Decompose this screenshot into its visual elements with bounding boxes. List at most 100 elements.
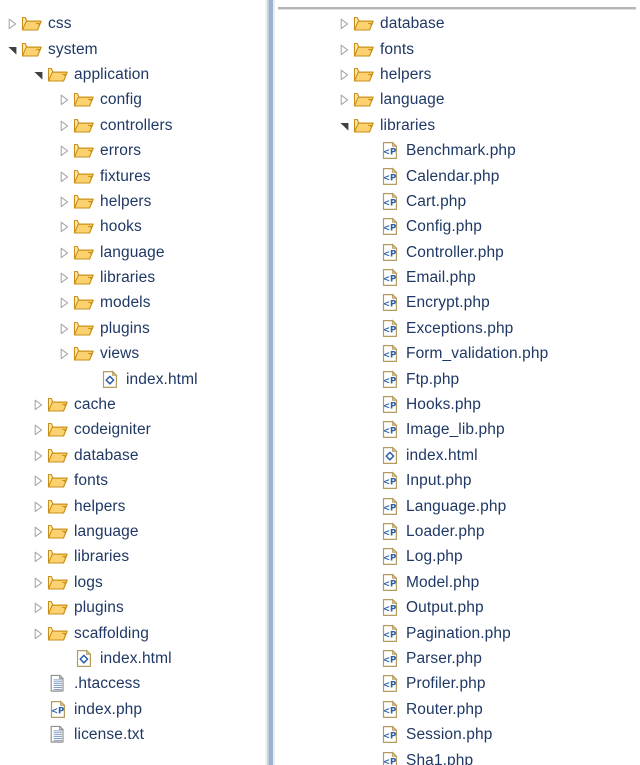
expand-arrow-icon[interactable]: [4, 15, 21, 32]
tree-folder-row[interactable]: helpers: [278, 62, 640, 87]
tree-file-row[interactable]: <P Session.php: [278, 722, 640, 747]
expand-arrow-icon[interactable]: [30, 523, 47, 540]
tree-folder-row[interactable]: css: [0, 11, 264, 36]
expand-arrow-icon[interactable]: [30, 625, 47, 642]
expand-arrow-icon[interactable]: [56, 193, 73, 210]
svg-text:<P: <P: [383, 681, 397, 691]
tree-folder-row[interactable]: language: [0, 240, 264, 265]
expand-arrow-icon[interactable]: [56, 244, 73, 261]
tree-file-row[interactable]: <P Loader.php: [278, 519, 640, 544]
tree-file-row[interactable]: <P Profiler.php: [278, 671, 640, 696]
expand-arrow-icon[interactable]: [30, 421, 47, 438]
tree-folder-row[interactable]: config: [0, 87, 264, 112]
tree-folder-row[interactable]: libraries: [278, 113, 640, 138]
expand-arrow-icon[interactable]: [30, 396, 47, 413]
tree-folder-row[interactable]: database: [0, 443, 264, 468]
tree-file-row[interactable]: <P Cart.php: [278, 189, 640, 214]
tree-folder-row[interactable]: libraries: [0, 265, 264, 290]
tree-file-row[interactable]: <P Router.php: [278, 697, 640, 722]
tree-file-row[interactable]: <P Hooks.php: [278, 392, 640, 417]
tree-file-row[interactable]: <P Form_validation.php: [278, 341, 640, 366]
php-file-icon: <P: [47, 700, 69, 719]
left-tree-pane[interactable]: css system application config controllers err…: [0, 0, 264, 765]
tree-folder-row[interactable]: hooks: [0, 214, 264, 239]
expand-arrow-icon[interactable]: [336, 41, 353, 58]
collapse-arrow-icon[interactable]: [30, 66, 47, 83]
expand-arrow-icon[interactable]: [336, 66, 353, 83]
tree-file-row[interactable]: <P Pagination.php: [278, 620, 640, 645]
tree-folder-row[interactable]: logs: [0, 570, 264, 595]
tree-file-row[interactable]: <P Exceptions.php: [278, 316, 640, 341]
tree-file-row[interactable]: .htaccess: [0, 671, 264, 696]
folder-icon: [47, 624, 69, 643]
tree-file-row[interactable]: license.txt: [0, 722, 264, 747]
tree-folder-row[interactable]: errors: [0, 138, 264, 163]
tree-folder-row[interactable]: fonts: [0, 468, 264, 493]
tree-file-row[interactable]: index.html: [0, 366, 264, 391]
tree-folder-row[interactable]: plugins: [0, 595, 264, 620]
pane-divider[interactable]: [264, 0, 278, 765]
tree-folder-row[interactable]: database: [278, 11, 640, 36]
expand-arrow-icon[interactable]: [30, 498, 47, 515]
tree-file-row[interactable]: <P Model.php: [278, 570, 640, 595]
tree-file-row[interactable]: <P Email.php: [278, 265, 640, 290]
tree-file-row[interactable]: <P Sha1.php: [278, 747, 640, 765]
expand-arrow-icon[interactable]: [30, 548, 47, 565]
expand-arrow-icon[interactable]: [30, 447, 47, 464]
tree-file-row[interactable]: <P Benchmark.php: [278, 138, 640, 163]
tree-file-row[interactable]: index.html: [0, 646, 264, 671]
tree-item-label: controllers: [100, 116, 173, 134]
tree-file-row[interactable]: <P index.php: [0, 697, 264, 722]
expand-arrow-icon[interactable]: [56, 218, 73, 235]
tree-folder-row[interactable]: application: [0, 62, 264, 87]
tree-folder-row[interactable]: system: [0, 36, 264, 61]
tree-folder-row[interactable]: fonts: [278, 36, 640, 61]
expand-arrow-icon[interactable]: [56, 320, 73, 337]
tree-file-row[interactable]: <P Language.php: [278, 493, 640, 518]
tree-file-row[interactable]: <P Output.php: [278, 595, 640, 620]
folder-icon: [353, 90, 375, 109]
tree-file-row[interactable]: <P Log.php: [278, 544, 640, 569]
expand-arrow-icon[interactable]: [56, 117, 73, 134]
tree-file-row[interactable]: <P Ftp.php: [278, 366, 640, 391]
tree-file-row[interactable]: <P Config.php: [278, 214, 640, 239]
expand-arrow-icon[interactable]: [56, 345, 73, 362]
tree-folder-row[interactable]: cache: [0, 392, 264, 417]
expand-arrow-icon[interactable]: [56, 91, 73, 108]
collapse-arrow-icon[interactable]: [336, 117, 353, 134]
tree-folder-row[interactable]: scaffolding: [0, 620, 264, 645]
tree-folder-row[interactable]: codeigniter: [0, 417, 264, 442]
expand-arrow-icon[interactable]: [56, 168, 73, 185]
expand-arrow-icon[interactable]: [56, 269, 73, 286]
expand-arrow-icon[interactable]: [56, 294, 73, 311]
tree-folder-row[interactable]: language: [0, 519, 264, 544]
right-tree-pane[interactable]: database fonts helpers language libraries <P B…: [278, 0, 640, 765]
tree-folder-row[interactable]: libraries: [0, 544, 264, 569]
tree-item-label: config: [100, 91, 142, 109]
tree-folder-row[interactable]: controllers: [0, 113, 264, 138]
tree-file-row[interactable]: <P Controller.php: [278, 240, 640, 265]
tree-folder-row[interactable]: helpers: [0, 493, 264, 518]
tree-file-row[interactable]: <P Parser.php: [278, 646, 640, 671]
expand-arrow-icon[interactable]: [30, 472, 47, 489]
tree-file-row[interactable]: index.html: [278, 443, 640, 468]
folder-icon: [73, 141, 95, 160]
tree-folder-row[interactable]: fixtures: [0, 163, 264, 188]
tree-folder-row[interactable]: helpers: [0, 189, 264, 214]
tree-folder-row[interactable]: models: [0, 290, 264, 315]
tree-folder-row[interactable]: language: [278, 87, 640, 112]
expand-arrow-icon[interactable]: [336, 15, 353, 32]
tree-file-row[interactable]: <P Image_lib.php: [278, 417, 640, 442]
expand-arrow-icon[interactable]: [30, 599, 47, 616]
tree-file-row[interactable]: <P Calendar.php: [278, 163, 640, 188]
tree-file-row[interactable]: <P Input.php: [278, 468, 640, 493]
collapse-arrow-icon[interactable]: [4, 41, 21, 58]
expand-arrow-icon[interactable]: [336, 91, 353, 108]
tree-folder-row[interactable]: views: [0, 341, 264, 366]
tree-file-row[interactable]: <P Encrypt.php: [278, 290, 640, 315]
php-file-icon: <P: [379, 243, 401, 262]
expand-arrow-icon[interactable]: [30, 574, 47, 591]
expand-arrow-icon[interactable]: [56, 142, 73, 159]
tree-folder-row[interactable]: plugins: [0, 316, 264, 341]
